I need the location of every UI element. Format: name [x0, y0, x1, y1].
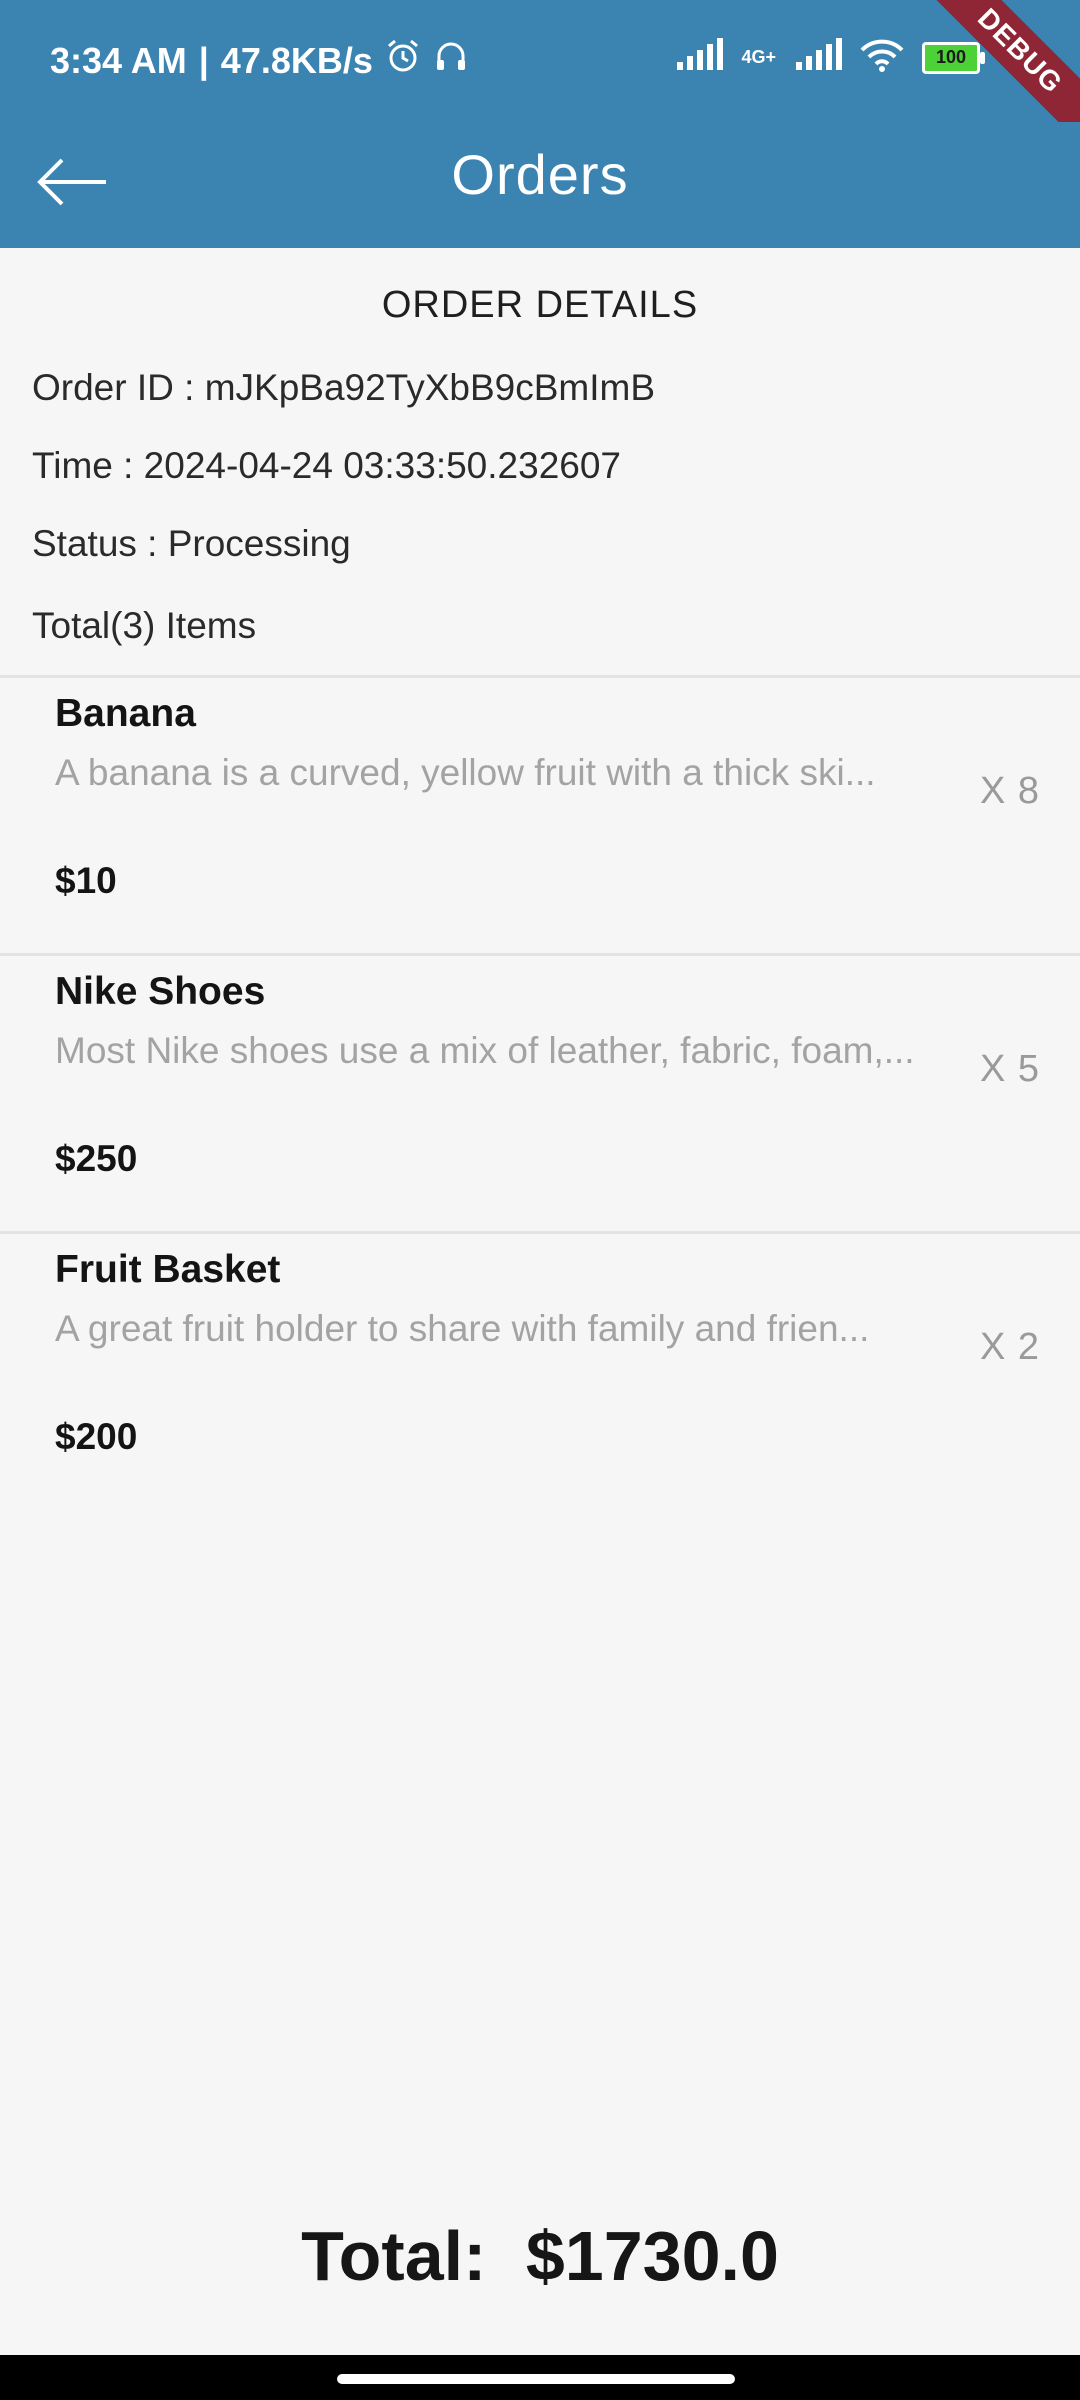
status-time: 3:34 AM — [50, 39, 187, 81]
item-quantity: X 8 — [979, 770, 1040, 812]
status-separator: | — [198, 39, 209, 81]
order-details-heading: ORDER DETAILS — [381, 284, 699, 326]
item-price: $250 — [55, 1138, 138, 1179]
order-id: Order ID : mJKpBa92TyXbB9cBmImB — [32, 367, 656, 408]
status-right: 4G+ 100 — [675, 38, 985, 77]
item-quantity: X 2 — [979, 1326, 1040, 1368]
item-name: Nike Shoes — [55, 970, 266, 1013]
home-indicator[interactable] — [337, 2374, 735, 2384]
item-name: Banana — [55, 692, 196, 735]
app-bar: Orders — [0, 122, 1080, 248]
status-bar: 3:34 AM | 47.8KB/s 4G+ 100 DEBUG — [0, 0, 1080, 160]
alarm-icon — [385, 38, 421, 83]
page-title: Orders — [451, 143, 629, 206]
signal-icon-2 — [794, 38, 842, 77]
system-nav-bar — [0, 2355, 1080, 2400]
status-speed: 47.8KB/s — [220, 39, 373, 81]
item-description: A banana is a curved, yellow fruit with … — [55, 752, 876, 793]
order-items-list: Banana A banana is a curved, yellow frui… — [0, 675, 1080, 1509]
headset-icon — [433, 38, 469, 83]
item-description: A great fruit holder to share with famil… — [55, 1308, 870, 1349]
order-details: ORDER DETAILS Order ID : mJKpBa92TyXbB9c… — [0, 248, 1080, 1509]
order-item-count: Total(3) Items — [32, 605, 257, 646]
item-quantity: X 5 — [979, 1048, 1040, 1090]
list-item[interactable]: Nike Shoes Most Nike shoes use a mix of … — [0, 953, 1080, 1231]
order-total: Total: $1730.0 — [0, 2216, 1080, 2296]
total-value: $1730.0 — [525, 2217, 779, 2295]
order-status: Status : Processing — [32, 523, 351, 564]
network-type: 4G+ — [741, 47, 776, 67]
battery-indicator: 100 — [922, 41, 985, 74]
item-name: Fruit Basket — [55, 1248, 281, 1291]
item-price: $10 — [55, 860, 117, 901]
signal-icon — [675, 38, 724, 77]
list-item[interactable]: Banana A banana is a curved, yellow frui… — [0, 675, 1080, 953]
order-time: Time : 2024-04-24 03:33:50.232607 — [32, 445, 622, 486]
status-left: 3:34 AM | 47.8KB/s — [50, 38, 469, 83]
list-item[interactable]: Fruit Basket A great fruit holder to sha… — [0, 1231, 1080, 1509]
item-price: $200 — [55, 1416, 138, 1457]
wifi-icon — [860, 38, 904, 77]
total-label: Total: — [301, 2217, 487, 2295]
item-description: Most Nike shoes use a mix of leather, fa… — [55, 1030, 915, 1071]
